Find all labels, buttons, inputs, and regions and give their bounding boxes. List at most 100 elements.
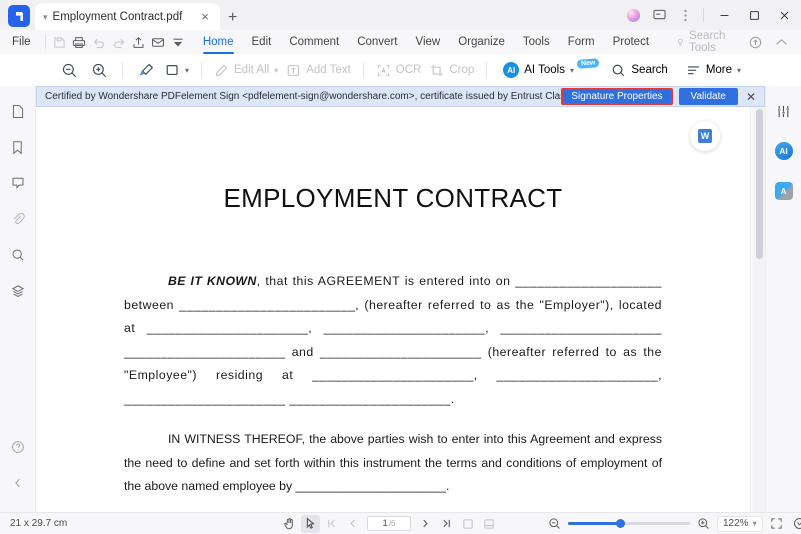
zoom-in-icon[interactable] xyxy=(84,58,114,82)
certification-text: Certified by Wondershare PDFelement Sign… xyxy=(45,91,561,102)
properties-sliders-icon[interactable] xyxy=(769,96,799,126)
page-number-input[interactable]: 1 /6 xyxy=(367,516,411,531)
quick-access-dropdown-icon[interactable] xyxy=(168,31,188,53)
menu-comment[interactable]: Comment xyxy=(280,30,348,54)
select-tool-button[interactable] xyxy=(301,514,320,533)
chevron-down-icon[interactable]: ▾ xyxy=(570,66,574,75)
signature-properties-button[interactable]: Signature Properties xyxy=(561,88,673,105)
attachment-icon[interactable] xyxy=(3,204,33,234)
menu-edit[interactable]: Edit xyxy=(243,30,281,54)
ocr-button[interactable]: OCR xyxy=(372,63,426,78)
paragraph-be-it-known: BE IT KNOWN, that this AGREEMENT is ente… xyxy=(124,270,662,411)
more-view-options-button[interactable] xyxy=(790,515,801,533)
thumbnails-icon[interactable] xyxy=(3,96,33,126)
feedback-icon[interactable] xyxy=(646,0,672,30)
more-options-icon[interactable] xyxy=(672,0,698,30)
current-page-value: 1 xyxy=(382,518,388,529)
search-icon[interactable] xyxy=(3,240,33,270)
validate-button[interactable]: Validate xyxy=(678,88,738,105)
minimize-button[interactable] xyxy=(709,0,739,30)
scrollbar-thumb[interactable] xyxy=(756,109,763,259)
divider xyxy=(201,62,203,78)
menu-items: Home Edit Comment Convert View Organize … xyxy=(194,30,658,54)
word-icon: W xyxy=(698,129,712,143)
search-button[interactable]: Search xyxy=(607,63,671,78)
menu-form[interactable]: Form xyxy=(559,30,604,54)
crop-button[interactable]: Crop xyxy=(425,63,478,78)
fit-screen-button[interactable] xyxy=(767,515,786,533)
save-icon[interactable] xyxy=(49,31,69,53)
slider-fill xyxy=(568,522,620,525)
chevron-down-icon[interactable]: ▾ xyxy=(43,12,48,23)
undo-icon[interactable] xyxy=(89,31,109,53)
slider-handle[interactable] xyxy=(616,518,625,528)
page-content: EMPLOYMENT CONTRACT BE IT KNOWN, that th… xyxy=(36,183,750,512)
tab-title: Employment Contract.pdf xyxy=(52,10,183,23)
email-icon[interactable] xyxy=(148,31,168,53)
new-tab-button[interactable]: + xyxy=(228,10,237,26)
right-sidebar: AI A xyxy=(765,86,801,512)
layers-icon[interactable] xyxy=(3,276,33,306)
single-page-view-button[interactable] xyxy=(458,515,477,533)
ai-tools-button[interactable]: AI AI Tools ▾ New xyxy=(499,57,605,78)
convert-to-word-button[interactable]: W xyxy=(690,121,720,151)
zoom-in-button[interactable] xyxy=(694,515,713,533)
collapse-panel-icon[interactable] xyxy=(3,468,33,498)
account-orb-icon[interactable] xyxy=(620,0,646,30)
last-page-button[interactable] xyxy=(437,515,456,533)
collapse-ribbon-icon[interactable] xyxy=(769,31,793,53)
shape-tool-button[interactable]: ▾ xyxy=(161,58,193,82)
chevron-down-icon[interactable]: ▾ xyxy=(274,66,278,75)
paragraph1-lead: BE IT KNOWN xyxy=(168,274,257,288)
search-tools-label: Search Tools xyxy=(688,30,726,54)
prev-page-button[interactable] xyxy=(343,515,362,533)
next-page-button[interactable] xyxy=(416,515,435,533)
share-icon[interactable] xyxy=(128,31,148,53)
highlighter-icon[interactable] xyxy=(131,58,161,82)
zoom-level-selector[interactable]: 122% ▾ xyxy=(717,515,763,532)
close-window-button[interactable] xyxy=(769,0,799,30)
menu-protect[interactable]: Protect xyxy=(604,30,658,54)
bookmark-icon[interactable] xyxy=(3,132,33,162)
cloud-upload-icon[interactable] xyxy=(743,31,767,53)
menu-convert[interactable]: Convert xyxy=(348,30,406,54)
chevron-down-icon[interactable]: ▾ xyxy=(185,66,189,75)
zoom-controls: 122% ▾ xyxy=(545,515,801,533)
menu-file[interactable]: File xyxy=(0,36,41,48)
menu-home[interactable]: Home xyxy=(194,30,243,54)
hand-tool-button[interactable] xyxy=(280,515,299,533)
translate-icon[interactable]: A xyxy=(769,176,799,206)
document-tab[interactable]: ▾ Employment Contract.pdf × xyxy=(35,3,220,30)
first-page-button[interactable] xyxy=(322,515,341,533)
chevron-down-icon[interactable]: ▾ xyxy=(737,66,741,75)
status-bar: 21 x 29.7 cm 1 /6 122% ▾ xyxy=(0,512,801,534)
menu-view[interactable]: View xyxy=(406,30,449,54)
chevron-down-icon[interactable]: ▾ xyxy=(753,519,757,528)
menu-tools[interactable]: Tools xyxy=(514,30,559,54)
zoom-slider[interactable] xyxy=(568,517,690,531)
more-button[interactable]: More ▾ xyxy=(682,63,745,78)
ai-assistant-icon[interactable]: AI xyxy=(769,136,799,166)
close-banner-icon[interactable]: ✕ xyxy=(746,91,764,103)
maximize-button[interactable] xyxy=(739,0,769,30)
divider xyxy=(362,62,364,78)
zoom-out-icon[interactable] xyxy=(54,58,84,82)
menu-organize[interactable]: Organize xyxy=(449,30,514,54)
help-icon[interactable] xyxy=(3,432,33,462)
continuous-view-button[interactable] xyxy=(479,515,498,533)
zoom-out-button[interactable] xyxy=(545,515,564,533)
ai-badge-label: AI xyxy=(774,142,793,160)
search-tools-button[interactable]: Search Tools xyxy=(676,30,743,54)
ai-new-badge: New xyxy=(576,57,600,69)
redo-icon[interactable] xyxy=(109,31,129,53)
ai-tools-icon: AI xyxy=(503,62,520,78)
edit-all-button[interactable]: Edit All ▾ xyxy=(210,63,282,78)
app-logo-icon xyxy=(8,5,30,27)
add-text-button[interactable]: Add Text xyxy=(282,63,355,78)
comment-icon[interactable] xyxy=(3,168,33,198)
print-icon[interactable] xyxy=(69,31,89,53)
vertical-scrollbar[interactable] xyxy=(754,107,765,512)
document-viewport[interactable]: EMPLOYMENT CONTRACT BE IT KNOWN, that th… xyxy=(36,107,765,512)
search-label: Search xyxy=(631,64,668,76)
close-tab-icon[interactable]: × xyxy=(198,10,212,23)
